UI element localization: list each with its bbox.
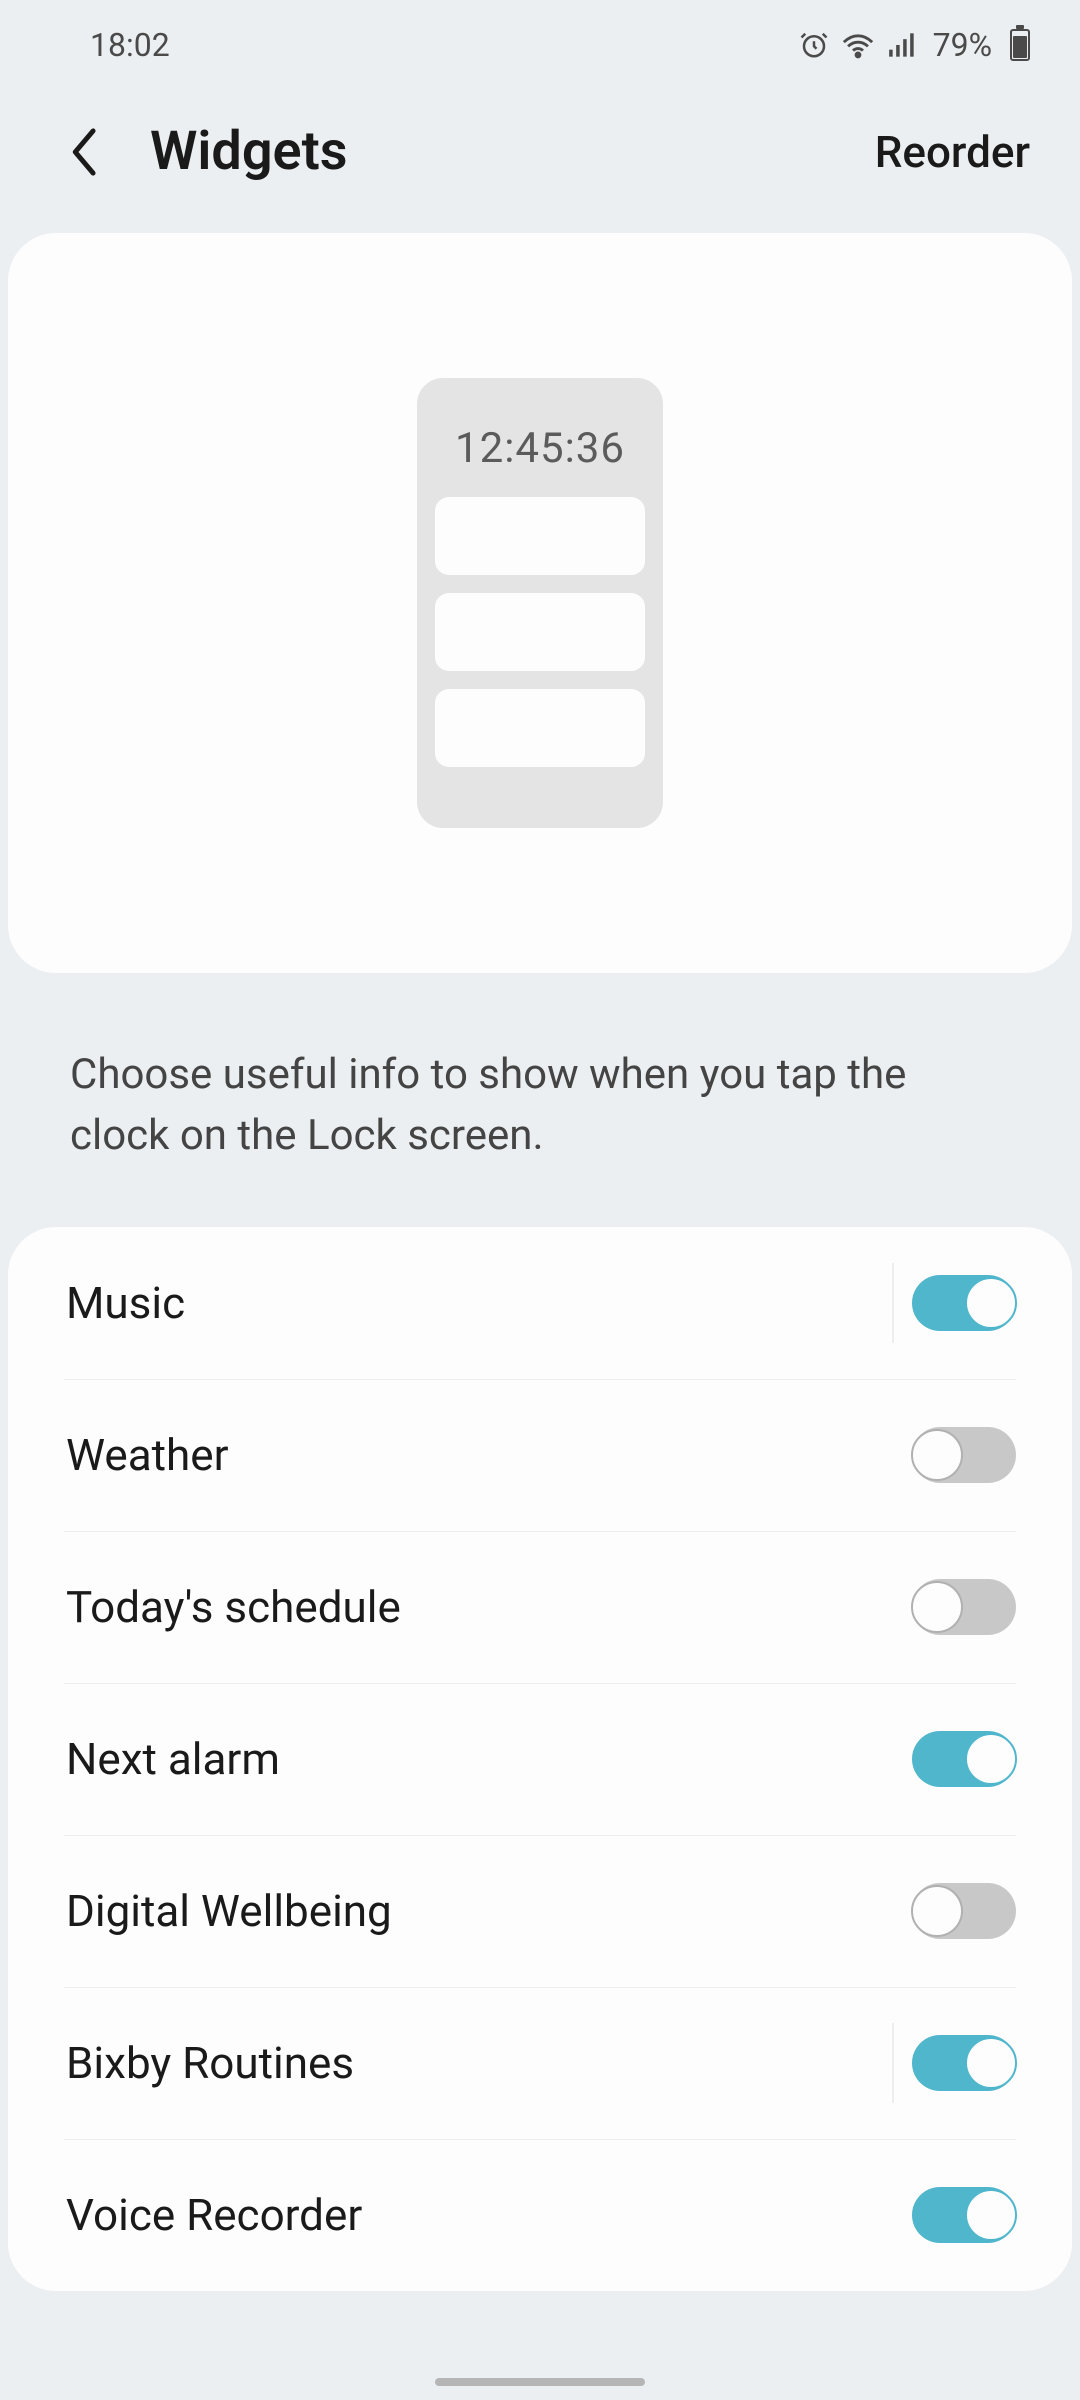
widget-row[interactable]: Voice Recorder (18, 2139, 1062, 2291)
reorder-button[interactable]: Reorder (875, 126, 1030, 178)
widget-row[interactable]: Digital Wellbeing (18, 1835, 1062, 1987)
nav-handle[interactable] (435, 2378, 645, 2386)
widget-label: Next alarm (66, 1733, 280, 1785)
toggle-switch[interactable] (912, 1883, 1016, 1939)
preview-card: 12:45:36 (8, 233, 1072, 973)
toggle-switch[interactable] (912, 1579, 1016, 1635)
status-right: 79% (799, 26, 1030, 64)
preview-slot (435, 689, 645, 767)
signal-icon (887, 31, 917, 59)
toggle-switch[interactable] (912, 2187, 1016, 2243)
battery-percentage: 79% (933, 26, 992, 64)
vertical-separator (892, 2023, 894, 2103)
widget-row[interactable]: Music (18, 1227, 1062, 1379)
widget-row[interactable]: Today's schedule (18, 1531, 1062, 1683)
widget-row[interactable]: Bixby Routines (18, 1987, 1062, 2139)
widget-row[interactable]: Weather (18, 1379, 1062, 1531)
wifi-icon (841, 30, 875, 60)
toggle-switch[interactable] (912, 2035, 1016, 2091)
widget-label: Weather (66, 1429, 229, 1481)
widget-label: Bixby Routines (66, 2037, 354, 2089)
preview-clock: 12:45:36 (435, 396, 645, 497)
preview-slot (435, 593, 645, 671)
header: Widgets Reorder (0, 90, 1080, 233)
toggle-switch[interactable] (912, 1731, 1016, 1787)
description-text: Choose useful info to show when you tap … (0, 973, 1080, 1227)
preview-slot (435, 497, 645, 575)
widget-label: Voice Recorder (66, 2189, 362, 2241)
phone-preview: 12:45:36 (417, 378, 663, 828)
vertical-separator (892, 1263, 894, 1343)
widget-label: Today's schedule (66, 1581, 401, 1633)
alarm-icon (799, 30, 829, 60)
status-time: 18:02 (90, 26, 170, 64)
back-button[interactable] (60, 127, 110, 177)
toggle-switch[interactable] (912, 1275, 1016, 1331)
page-title: Widgets (150, 120, 348, 183)
widget-label: Music (66, 1277, 185, 1329)
widget-row[interactable]: Next alarm (18, 1683, 1062, 1835)
chevron-left-icon (67, 126, 103, 178)
status-bar: 18:02 79% (0, 0, 1080, 90)
toggle-switch[interactable] (912, 1427, 1016, 1483)
widget-label: Digital Wellbeing (66, 1885, 392, 1937)
battery-icon (1010, 29, 1030, 61)
widgets-list: Music Weather Today's schedule Next alarm Di… (8, 1227, 1072, 2291)
